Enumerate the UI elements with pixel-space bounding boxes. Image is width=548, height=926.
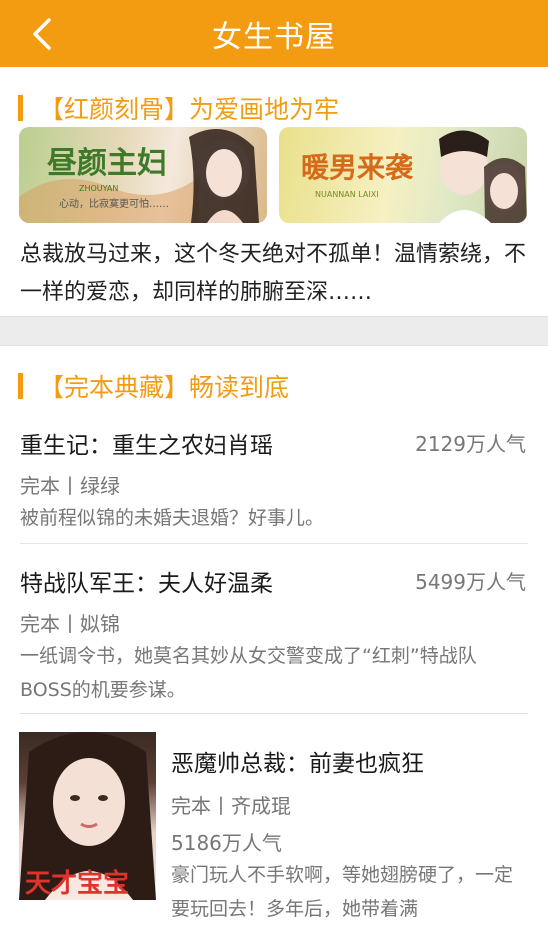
banner-logo-text: 暖男来袭 [301,151,414,184]
book-desc: 豪门玩人不手软啊，等她翅膀硬了，一定要玩回去！多年后，她带着满 [171,864,514,920]
book-item[interactable]: 特战队军王：夫人好温柔 5499万人气 完本丨姒锦 一纸调令书，她莫名其妙从女交… [20,564,528,707]
book-item[interactable]: 重生记：重生之农妇肖瑶 2129万人气 完本丨绿绿 被前程似锦的未婚夫退婚？好事… [20,426,528,535]
banner-art: 暖男来袭 NUANNAN LAIXI [301,130,527,223]
section-accent-bar [18,95,23,121]
cover-art: 天才宝宝 [19,732,156,900]
banner-zhouyan-zhufu[interactable]: 昼颜主妇 ZHOUYAN 心动，比寂寞更可怕…… [19,127,267,223]
chevron-left-icon [33,18,51,50]
banner-art: 昼颜主妇 ZHOUYAN 心动，比寂寞更可怕…… [19,129,259,223]
section-gap [0,316,548,346]
banner-pinyin: NUANNAN LAIXI [315,190,379,199]
book-desc: 被前程似锦的未婚夫退婚？好事儿。 [20,507,325,529]
book-popularity: 5499万人气 [415,570,526,594]
book-meta: 完本丨姒锦 [20,612,120,636]
cover-title-text: 天才宝宝 [25,868,129,899]
back-button[interactable] [22,12,62,56]
book-meta: 完本丨绿绿 [20,474,120,498]
divider [20,713,528,714]
section-title-completed: 【完本典藏】畅读到底 [18,368,289,404]
divider [20,543,528,544]
book-popularity: 5186万人气 [171,831,282,855]
banner-caption: 心动，比寂寞更可怕…… [59,197,169,210]
app-header: 女生书屋 [0,0,548,67]
book-desc: 一纸调令书，她莫名其妙从女交警变成了“红刺”特战队BOSS的机要参谋。 [20,645,477,701]
banner-nuannan-laixi[interactable]: 暖男来袭 NUANNAN LAIXI [279,127,527,223]
banner-pinyin: ZHOUYAN [79,184,118,193]
section-accent-bar [18,373,23,399]
book-title: 恶魔帅总裁：前妻也疯狂 [171,751,424,777]
book-cover[interactable]: 天才宝宝 [19,732,156,900]
section-title-text: 【红颜刻骨】为爱画地为牢 [39,95,340,124]
book-popularity: 2129万人气 [415,432,526,456]
book-meta: 完本丨齐成琨 [171,794,291,818]
section-title-romance: 【红颜刻骨】为爱画地为牢 [18,90,339,126]
section-title-text: 【完本典藏】畅读到底 [39,373,290,402]
section-intro-text: 总裁放马过来，这个冬天绝对不孤单！温情萦绕，不一样的爱恋，却同样的肺腑至深…… [20,242,527,305]
book-item[interactable]: 恶魔帅总裁：前妻也疯狂 完本丨齐成琨 5186万人气 豪门玩人不手软啊，等她翅膀… [171,744,528,926]
banner-logo-text: 昼颜主妇 [47,146,167,181]
page-title: 女生书屋 [212,19,336,55]
